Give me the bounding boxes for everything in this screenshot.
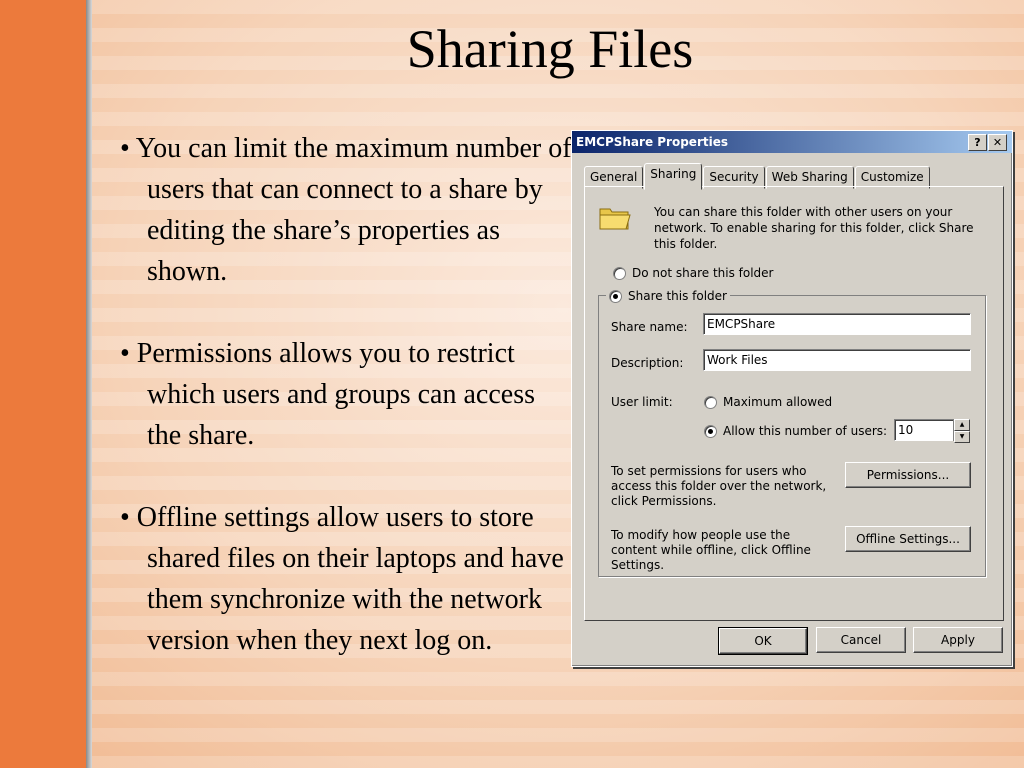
sharing-intro-text: You can share this folder with other use…	[654, 205, 974, 251]
offline-settings-button[interactable]: Offline Settings...	[845, 526, 971, 552]
offline-help-text: To modify how people use the content whi…	[611, 528, 811, 572]
left-accent-bar	[0, 0, 86, 768]
user-count-spinner[interactable]: ▲ ▼	[953, 419, 970, 443]
spin-up-icon[interactable]: ▲	[954, 419, 970, 431]
close-button[interactable]: ✕	[988, 134, 1007, 151]
share-name-input[interactable]: EMCPShare	[703, 313, 971, 335]
tab-sharing[interactable]: Sharing	[644, 163, 703, 190]
allow-number-label: Allow this number of users:	[723, 424, 888, 438]
cancel-button[interactable]: Cancel	[816, 627, 906, 653]
do-not-share-option[interactable]: Do not share this folder	[613, 266, 774, 280]
left-bar-shadow	[86, 0, 92, 768]
bullet-item: • You can limit the maximum number of us…	[120, 133, 572, 287]
bullet-item: • Permissions allows you to restrict whi…	[120, 338, 535, 451]
user-limit-label: User limit:	[611, 395, 673, 409]
slide-title: Sharing Files	[406, 19, 694, 79]
help-button[interactable]: ?	[968, 134, 987, 151]
ok-button[interactable]: OK	[718, 627, 808, 655]
do-not-share-radio[interactable]	[613, 267, 626, 280]
max-allowed-radio[interactable]	[704, 396, 717, 409]
permissions-help-text: To set permissions for users who access …	[611, 464, 827, 508]
allow-number-option[interactable]: Allow this number of users:	[704, 424, 887, 438]
apply-button[interactable]: Apply	[913, 627, 1003, 653]
spin-down-icon[interactable]: ▼	[954, 431, 970, 443]
share-folder-option[interactable]: Share this folder	[606, 289, 730, 303]
share-name-label: Share name:	[611, 320, 688, 334]
share-folder-label: Share this folder	[628, 289, 727, 303]
bullet-item: • Offline settings allow users to store …	[120, 502, 564, 656]
description-input[interactable]: Work Files	[703, 349, 971, 371]
max-allowed-option[interactable]: Maximum allowed	[704, 395, 832, 409]
shared-folder-icon	[599, 208, 631, 230]
allow-number-radio[interactable]	[704, 425, 717, 438]
bullet-list: • You can limit the maximum number of us…	[120, 128, 575, 702]
dialog-title: EMCPShare Properties	[576, 135, 728, 149]
share-folder-radio[interactable]	[609, 290, 622, 303]
properties-dialog: EMCPShare Properties ? ✕ General Sharing…	[571, 130, 1013, 667]
do-not-share-label: Do not share this folder	[632, 266, 774, 280]
description-label: Description:	[611, 356, 684, 370]
max-allowed-label: Maximum allowed	[723, 395, 833, 409]
dialog-titlebar: EMCPShare Properties	[572, 131, 1012, 153]
permissions-button[interactable]: Permissions...	[845, 462, 971, 488]
